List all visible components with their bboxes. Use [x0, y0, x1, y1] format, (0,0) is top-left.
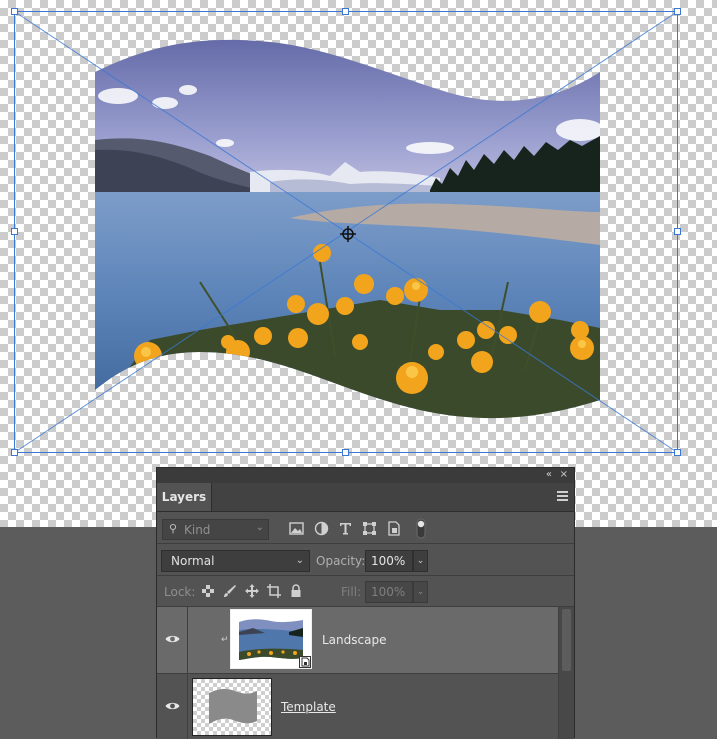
filter-kind-label: Kind [184, 523, 211, 537]
panel-title-bar: « × [157, 468, 574, 483]
tab-layers[interactable]: Layers [157, 483, 212, 511]
transform-handle-top-left[interactable] [11, 8, 18, 15]
transform-handle-bottom-right[interactable] [674, 449, 681, 456]
layer-name-landscape[interactable]: Landscape [322, 633, 386, 647]
landscape-image [95, 39, 600, 419]
pixel-layer-filter-icon[interactable] [289, 521, 304, 536]
lock-transparent-pixels-icon[interactable] [201, 584, 215, 598]
warped-image-canvas[interactable] [0, 0, 717, 530]
template-thumbnail-image [193, 679, 271, 735]
lock-label: Lock: [164, 585, 196, 599]
transform-handle-top-right[interactable] [674, 8, 681, 15]
chevron-down-icon: ⌄ [255, 522, 264, 533]
lock-fill-row: Lock: Fill: 100% ⌄ [157, 577, 574, 607]
layer-name-template[interactable]: Template [281, 700, 336, 714]
layers-panel: « × Layers ⚲ Kind ⌄ Normal ⌄ Opacity: 10… [156, 467, 575, 739]
lock-image-pixels-icon[interactable] [223, 584, 237, 598]
scrollbar-thumb[interactable] [562, 609, 571, 671]
filter-kind-select[interactable]: ⚲ Kind ⌄ [162, 519, 269, 540]
blend-mode-select[interactable]: Normal ⌄ [161, 550, 310, 572]
panel-menu-icon[interactable] [557, 491, 568, 501]
shape-layer-filter-icon[interactable] [362, 521, 377, 536]
transform-handle-top-center[interactable] [342, 8, 349, 15]
adjustment-layer-filter-icon[interactable] [314, 521, 329, 536]
eye-icon [165, 702, 180, 710]
type-layer-filter-icon[interactable] [338, 521, 353, 536]
lock-position-icon[interactable] [245, 584, 259, 598]
transform-handle-middle-left[interactable] [11, 228, 18, 235]
layer-filter-row: ⚲ Kind ⌄ [157, 514, 574, 544]
chevron-down-icon: ⌄ [295, 555, 304, 566]
fill-input[interactable]: 100% [365, 581, 413, 603]
eye-icon [165, 635, 180, 643]
lock-artboard-icon[interactable] [267, 584, 281, 598]
layer-row-landscape[interactable]: ↵ Landscape [157, 607, 559, 673]
opacity-dropdown-button[interactable]: ⌄ [413, 550, 428, 572]
visibility-toggle[interactable] [157, 674, 188, 739]
layers-scrollbar[interactable] [558, 607, 574, 739]
layer-thumbnail[interactable] [192, 678, 272, 736]
layer-row-template[interactable]: Template [157, 673, 559, 739]
smart-object-filter-icon[interactable] [386, 521, 401, 536]
transform-handle-bottom-left[interactable] [11, 449, 18, 456]
blend-opacity-row: Normal ⌄ Opacity: 100% ⌄ [157, 545, 574, 576]
transform-handle-middle-right[interactable] [674, 228, 681, 235]
smart-object-badge-icon [299, 656, 311, 668]
fill-label: Fill: [341, 585, 362, 599]
transform-handle-bottom-center[interactable] [342, 449, 349, 456]
panel-tab-bar: Layers [157, 483, 574, 512]
layer-thumbnail[interactable] [230, 609, 312, 669]
fill-dropdown-button[interactable]: ⌄ [413, 581, 428, 603]
search-icon: ⚲ [169, 522, 178, 535]
collapse-panel-icon[interactable]: « [546, 469, 552, 481]
clipping-mask-icon: ↵ [221, 635, 229, 645]
lock-all-icon[interactable] [289, 584, 303, 598]
blend-mode-value: Normal [171, 554, 215, 568]
opacity-input[interactable]: 100% [365, 550, 413, 572]
close-panel-icon[interactable]: × [560, 469, 568, 481]
opacity-label: Opacity: [316, 554, 366, 568]
filter-toggle-icon[interactable] [416, 518, 426, 539]
visibility-toggle[interactable] [157, 607, 188, 673]
